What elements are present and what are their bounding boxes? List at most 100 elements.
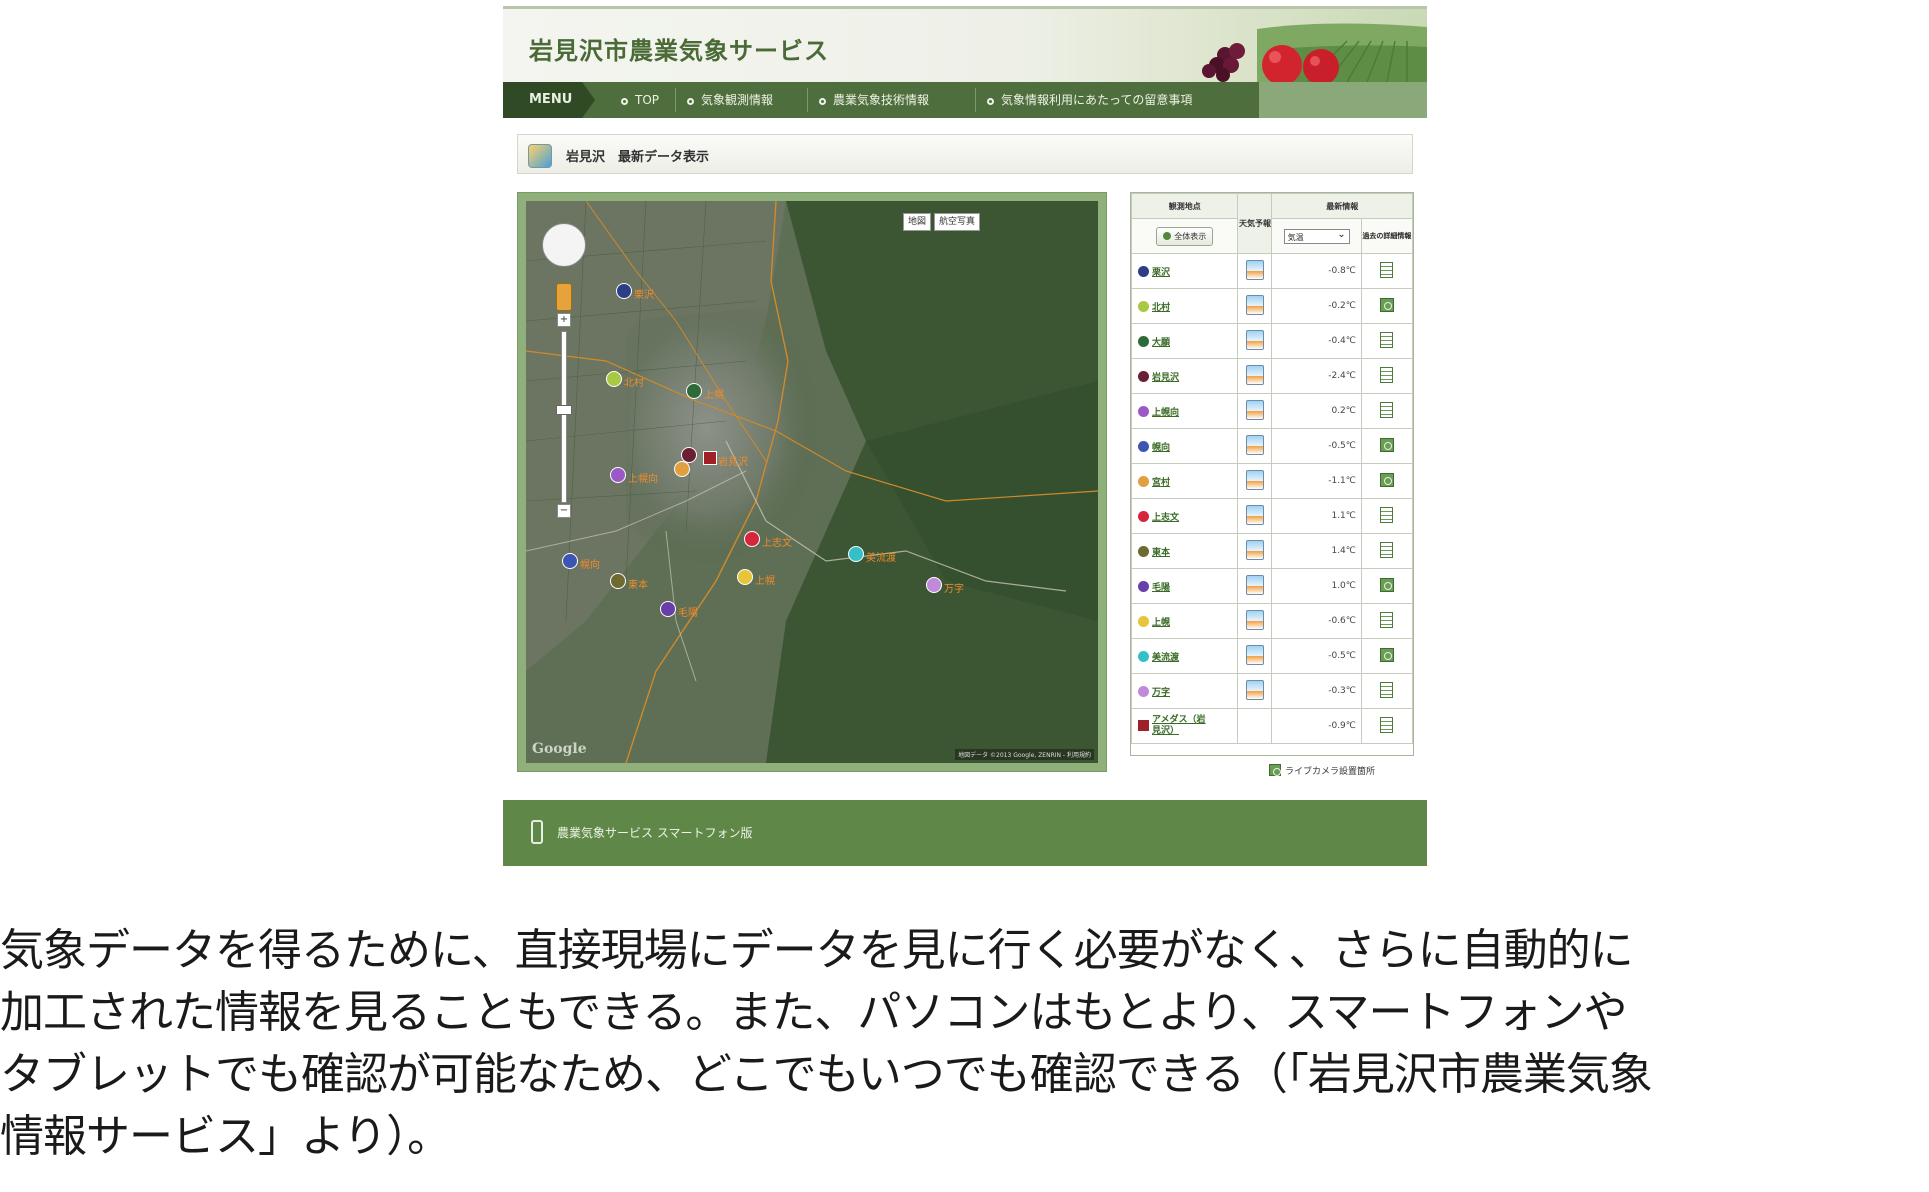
location-cell: 大願 <box>1130 323 1239 359</box>
station-link[interactable]: 上幌 <box>1152 618 1170 628</box>
live-camera-icon[interactable] <box>1379 577 1394 592</box>
weather-forecast-icon[interactable] <box>1245 259 1264 280</box>
detail-cell <box>1360 498 1414 534</box>
pan-control-icon[interactable] <box>542 223 586 267</box>
station-color-icon <box>1138 615 1149 627</box>
document-icon[interactable] <box>1380 331 1394 348</box>
temperature-value: 1.1℃ <box>1271 498 1362 534</box>
station-label: 万字 <box>944 584 964 595</box>
document-icon[interactable] <box>1380 366 1394 383</box>
weather-forecast-icon[interactable] <box>1245 609 1264 630</box>
station-marker[interactable] <box>562 553 578 569</box>
weather-forecast-icon[interactable] <box>1245 539 1264 560</box>
station-marker[interactable] <box>737 569 753 585</box>
zoom-slider-knob[interactable] <box>556 405 572 415</box>
station-link[interactable]: アメダス（岩見沢） <box>1152 715 1212 737</box>
temperature-value: -0.3℃ <box>1271 673 1362 709</box>
document-icon[interactable] <box>1380 261 1394 278</box>
menu-item-technology[interactable]: 農業気象技術情報 <box>819 82 929 118</box>
station-link[interactable]: 美流渡 <box>1152 653 1179 663</box>
smartphone-version-link[interactable]: 農業気象サービス スマートフォン版 <box>557 824 752 841</box>
bullet-icon <box>621 98 628 105</box>
station-link[interactable]: 上志文 <box>1152 513 1179 523</box>
weather-forecast-icon[interactable] <box>1245 329 1264 350</box>
weather-forecast-icon[interactable] <box>1245 504 1264 525</box>
station-link[interactable]: 栗沢 <box>1152 268 1170 278</box>
live-camera-icon[interactable] <box>1379 647 1394 662</box>
station-link[interactable]: 東本 <box>1152 548 1170 558</box>
detail-cell <box>1360 428 1414 464</box>
weather-forecast-icon[interactable] <box>1245 434 1264 455</box>
station-label: 岩見沢 <box>718 457 748 468</box>
menu-item-top[interactable]: TOP <box>621 82 659 118</box>
weather-forecast-icon[interactable] <box>1245 294 1264 315</box>
station-link[interactable]: 万字 <box>1152 688 1170 698</box>
weather-forecast-icon[interactable] <box>1245 364 1264 385</box>
caption-line: タブレットでも確認が可能なため、どこでもいつでも確認できる（「岩見沢市農業気象 <box>0 1049 1653 1100</box>
station-marker[interactable] <box>616 283 632 299</box>
station-marker[interactable] <box>606 371 622 387</box>
document-icon[interactable] <box>1380 611 1394 628</box>
station-marker[interactable] <box>744 531 760 547</box>
station-marker[interactable] <box>686 383 702 399</box>
menu-item-notes[interactable]: 気象情報利用にあたっての留意事項 <box>987 82 1192 118</box>
station-marker[interactable] <box>660 601 676 617</box>
document-icon[interactable] <box>1380 716 1394 733</box>
station-link[interactable]: 北村 <box>1152 303 1170 313</box>
header-forecast: 天気予報 <box>1237 193 1273 254</box>
street-view-pegman-icon[interactable] <box>556 283 572 311</box>
menu-separator <box>975 88 976 112</box>
live-camera-icon[interactable] <box>1379 297 1394 312</box>
station-marker[interactable] <box>926 577 942 593</box>
station-color-icon <box>1138 265 1149 277</box>
weather-forecast-icon[interactable] <box>1245 574 1264 595</box>
station-marker[interactable] <box>610 467 626 483</box>
document-icon[interactable] <box>1380 401 1394 418</box>
station-color-icon <box>1138 580 1149 592</box>
live-camera-icon[interactable] <box>1379 437 1394 452</box>
amedas-marker[interactable] <box>703 451 717 465</box>
table-row: 上志文 1.1℃ <box>1130 498 1414 534</box>
document-icon[interactable] <box>1380 506 1394 523</box>
station-link[interactable]: 大願 <box>1152 338 1170 348</box>
site-title[interactable]: 岩見沢市農業気象サービス <box>529 31 829 66</box>
forecast-cell <box>1237 708 1273 744</box>
all-display-cell: 全体表示 <box>1130 218 1239 254</box>
location-cell: 北村 <box>1130 288 1239 324</box>
map-type-satellite-button[interactable]: 航空写真 <box>934 213 981 231</box>
menu-item-observation[interactable]: 気象観測情報 <box>687 82 773 118</box>
zoom-out-button[interactable]: − <box>557 504 571 518</box>
weather-forecast-icon[interactable] <box>1245 679 1264 700</box>
table-row: 万字 -0.3℃ <box>1130 673 1414 709</box>
station-link[interactable]: 幌向 <box>1152 443 1170 453</box>
station-link[interactable]: 宮村 <box>1152 478 1170 488</box>
weather-forecast-icon[interactable] <box>1245 469 1264 490</box>
station-link[interactable]: 毛陽 <box>1152 583 1170 593</box>
zoom-slider-track[interactable] <box>561 331 567 503</box>
live-camera-icon[interactable] <box>1379 472 1394 487</box>
smartphone-icon <box>531 820 543 844</box>
document-icon[interactable] <box>1380 541 1394 558</box>
weather-forecast-icon[interactable] <box>1245 399 1264 420</box>
location-cell: 毛陽 <box>1130 568 1239 604</box>
all-display-button[interactable]: 全体表示 <box>1156 226 1214 246</box>
station-link[interactable]: 上幌向 <box>1152 408 1179 418</box>
station-marker[interactable] <box>610 573 626 589</box>
map-attribution[interactable]: 地図データ ©2013 Google, ZENRIN - 利用規約 <box>955 749 1094 760</box>
detail-cell <box>1360 638 1414 674</box>
forecast-cell <box>1237 393 1273 429</box>
station-marker[interactable] <box>848 546 864 562</box>
station-link[interactable]: 岩見沢 <box>1152 373 1179 383</box>
zoom-in-button[interactable]: + <box>557 313 571 327</box>
temperature-value: -1.1℃ <box>1271 463 1362 499</box>
live-camera-legend: ライブカメラ設置箇所 <box>1269 764 1375 777</box>
station-marker[interactable] <box>674 461 690 477</box>
temperature-value: -0.5℃ <box>1271 428 1362 464</box>
bullet-icon <box>687 98 694 105</box>
satellite-map[interactable]: 地図 航空写真 + − 栗沢 北村 上幌 岩見沢 上志文 美流渡 上幌 毛陽 幌… <box>526 201 1098 763</box>
data-type-select[interactable]: 気温 <box>1283 227 1350 244</box>
table-row: 上幌 -0.6℃ <box>1130 603 1414 639</box>
map-type-map-button[interactable]: 地図 <box>903 213 932 231</box>
weather-forecast-icon[interactable] <box>1245 644 1264 665</box>
document-icon[interactable] <box>1380 681 1394 698</box>
